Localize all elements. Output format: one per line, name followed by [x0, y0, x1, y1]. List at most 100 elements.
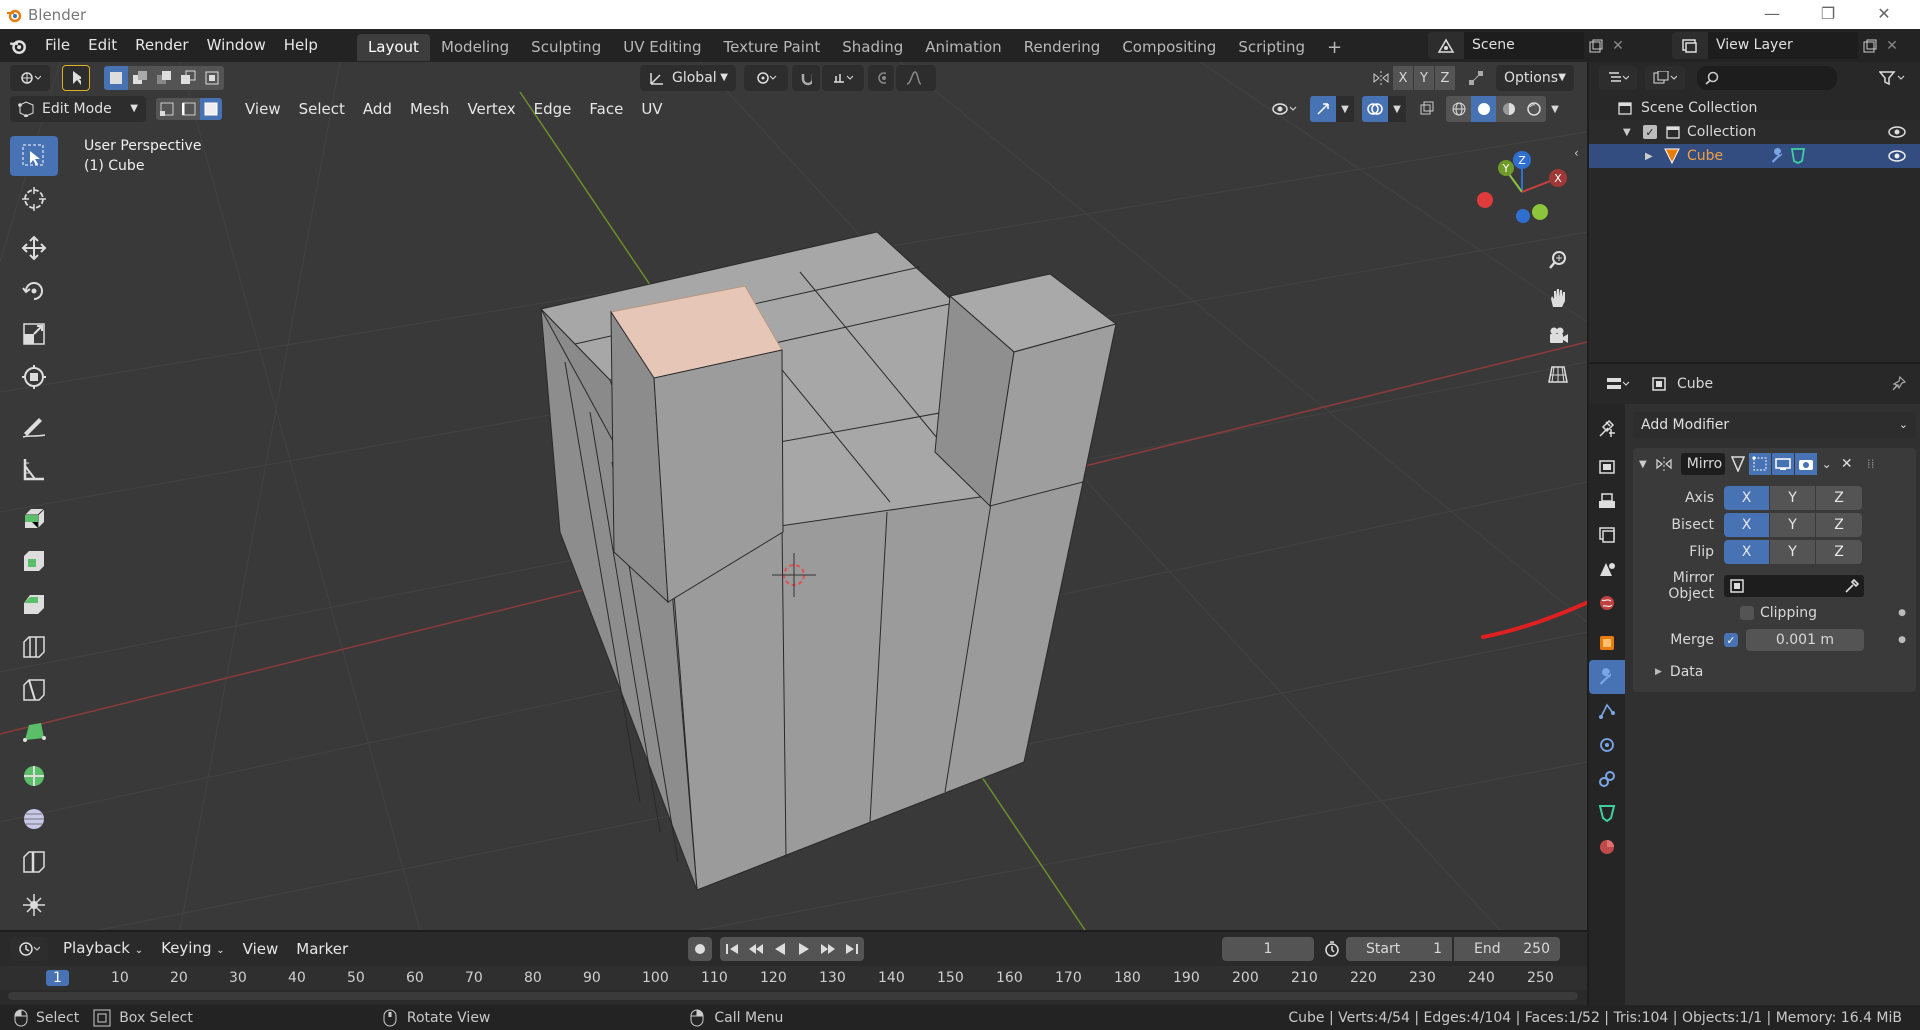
tab-shading[interactable]: Shading [831, 34, 914, 61]
xray-toggle-icon[interactable] [1414, 96, 1440, 122]
menu-mesh[interactable]: Mesh [401, 95, 459, 123]
jump-keyframe-forward-icon[interactable] [816, 937, 840, 961]
mesh-data-icon[interactable] [1789, 147, 1807, 165]
tool-cursor[interactable] [10, 179, 58, 219]
menu-timeline-view[interactable]: View [234, 935, 288, 963]
select-subtract-icon[interactable] [152, 66, 176, 90]
transform-orientation-dropdown[interactable]: Global ▼ [640, 65, 736, 91]
animate-property-icon[interactable]: ● [1898, 635, 1906, 645]
material-shading-icon[interactable] [1496, 96, 1521, 122]
tool-poly-build[interactable] [10, 713, 58, 753]
wrench-modifier-icon[interactable] [1769, 148, 1785, 164]
bisect-z-toggle[interactable]: Z [1816, 513, 1862, 537]
start-frame-field[interactable]: Start 1 [1346, 937, 1452, 961]
play-reverse-icon[interactable] [768, 937, 792, 961]
select-new-icon[interactable] [104, 66, 128, 90]
eyedropper-icon[interactable] [1844, 578, 1860, 594]
outliner-editor-type-icon[interactable] [1599, 66, 1637, 90]
proportional-edit-icon[interactable] [868, 65, 894, 91]
auto-merge-icon[interactable] [1464, 66, 1488, 90]
view-layer-name[interactable]: View Layer [1708, 32, 1858, 59]
world-tab-icon[interactable] [1589, 586, 1625, 620]
tool-bevel[interactable] [10, 584, 58, 624]
axis-z-toggle[interactable]: Z [1816, 486, 1862, 510]
mirror-toggle-icon[interactable] [1370, 66, 1392, 90]
editor-type-icon[interactable] [10, 65, 50, 91]
tab-layout[interactable]: Layout [356, 33, 430, 61]
menu-marker[interactable]: Marker [287, 935, 357, 963]
scene-selector[interactable]: Scene ✕ [1428, 32, 1628, 59]
show-in-edit-mode-icon[interactable] [1748, 453, 1771, 475]
zoom-icon[interactable] [1540, 242, 1576, 278]
visibility-selectability-icon[interactable] [1264, 96, 1304, 122]
display-mode-icon[interactable] [1645, 66, 1685, 90]
select-invert-icon[interactable] [176, 66, 200, 90]
clipping-checkbox[interactable] [1740, 606, 1754, 620]
expand-arrow-icon[interactable]: ▼ [1623, 127, 1637, 138]
tool-knife[interactable] [10, 670, 58, 710]
scene-tab-icon[interactable] [1589, 552, 1625, 586]
flip-x-toggle[interactable]: X [1724, 540, 1770, 564]
timeline-editor-type-icon[interactable] [10, 937, 48, 961]
tab-texture-paint[interactable]: Texture Paint [712, 34, 831, 61]
select-intersect-icon[interactable] [200, 66, 224, 90]
remove-modifier-icon[interactable]: ✕ [1837, 453, 1857, 475]
mode-dropdown[interactable]: Edit Mode ▼ [10, 96, 146, 122]
tab-uv-editing[interactable]: UV Editing [612, 34, 712, 61]
snap-target-icon[interactable] [822, 65, 864, 91]
wireframe-shading-icon[interactable] [1446, 96, 1471, 122]
menu-uv[interactable]: UV [632, 95, 671, 123]
tool-shrink-fatten[interactable] [10, 885, 58, 925]
menu-add[interactable]: Add [354, 95, 401, 123]
sidebar-toggle-icon[interactable]: ‹ [1574, 146, 1579, 160]
timeline-scrollbar[interactable] [8, 992, 1578, 1000]
tool-spin[interactable] [10, 756, 58, 796]
tool-rotate[interactable] [10, 271, 58, 311]
tool-loop-cut[interactable] [10, 627, 58, 667]
cube-mesh[interactable] [540, 231, 1118, 891]
chevron-down-icon[interactable]: ▼ [1336, 96, 1354, 122]
frame-ruler[interactable]: 1 10 20 30 40 50 60 70 80 90 100 110 120 130 140 150 160… [0, 966, 1587, 990]
jump-end-icon[interactable] [840, 937, 864, 961]
add-workspace-icon[interactable]: + [1316, 34, 1353, 61]
edit-mode-cage-icon[interactable] [1727, 453, 1749, 475]
perspective-toggle-icon[interactable] [1540, 356, 1576, 392]
tool-extrude[interactable] [10, 498, 58, 538]
tree-item-cube[interactable]: ▶ Cube [1589, 144, 1920, 168]
eye-icon[interactable] [1888, 149, 1906, 163]
show-in-render-icon[interactable] [1794, 453, 1817, 475]
viewport-scene[interactable] [0, 62, 1587, 930]
camera-view-icon[interactable] [1540, 318, 1576, 354]
bisect-x-toggle[interactable]: X [1724, 513, 1770, 537]
stopwatch-icon[interactable] [1320, 937, 1344, 961]
close-icon[interactable]: ✕ [1856, 0, 1912, 29]
particles-tab-icon[interactable] [1589, 694, 1625, 728]
rendered-shading-icon[interactable] [1521, 96, 1546, 122]
outliner-search-input[interactable] [1697, 66, 1837, 90]
navigation-gizmo[interactable]: Z Y X [1470, 146, 1570, 236]
mirror-x-toggle[interactable]: X [1393, 66, 1413, 90]
merge-distance-field[interactable]: 0.001 m [1746, 629, 1864, 651]
current-frame-field[interactable]: 1 [1222, 937, 1314, 961]
vertex-select-icon[interactable] [156, 98, 178, 120]
menu-help[interactable]: Help [275, 29, 327, 62]
properties-editor-type-icon[interactable] [1599, 372, 1637, 396]
mirror-y-toggle[interactable]: Y [1414, 66, 1434, 90]
new-scene-icon[interactable] [1584, 32, 1608, 59]
eye-icon[interactable] [1888, 125, 1906, 139]
menu-window[interactable]: Window [198, 29, 275, 62]
tool-smooth[interactable] [10, 799, 58, 839]
mirror-object-field[interactable] [1724, 575, 1864, 597]
new-view-layer-icon[interactable] [1858, 32, 1882, 59]
delete-view-layer-icon[interactable]: ✕ [1882, 32, 1902, 59]
flip-y-toggle[interactable]: Y [1770, 540, 1816, 564]
record-icon[interactable] [688, 937, 712, 961]
minimize-icon[interactable]: — [1744, 0, 1800, 29]
tab-scripting[interactable]: Scripting [1227, 34, 1316, 61]
modifier-menu-chevron-icon[interactable]: ⌄ [1817, 453, 1837, 475]
show-in-viewport-icon[interactable] [1771, 453, 1794, 475]
render-tab-icon[interactable] [1589, 450, 1625, 484]
flip-z-toggle[interactable]: Z [1816, 540, 1862, 564]
proportional-falloff-icon[interactable] [896, 65, 936, 91]
expand-arrow-icon[interactable]: ▶ [1645, 151, 1659, 162]
